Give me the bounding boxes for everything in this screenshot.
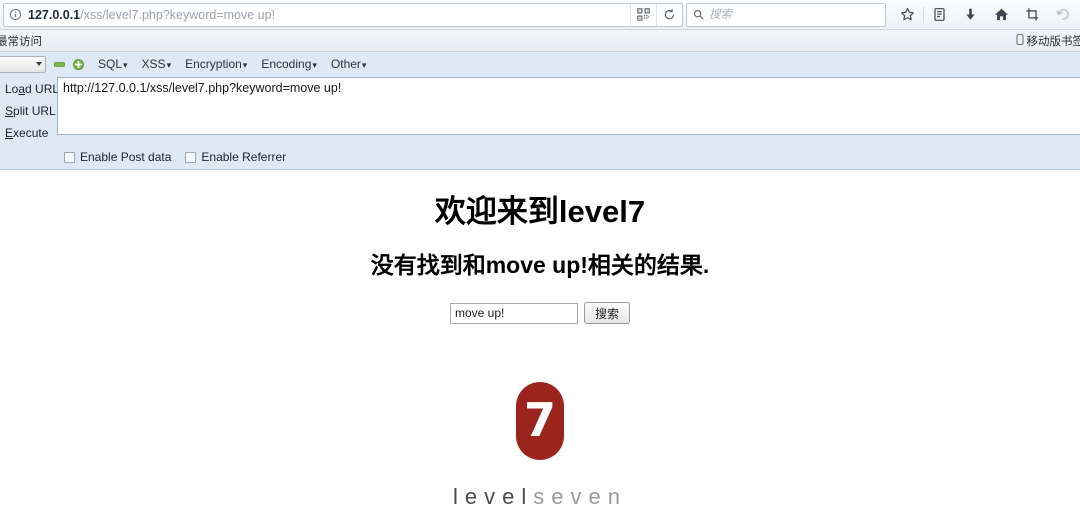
hackbar-panel: SQL▾ XSS▾ Encryption▾ Encoding▾ Other▾ L… xyxy=(0,52,1080,170)
hackbar-menu-xss-label: XSS xyxy=(141,57,166,71)
browser-search-placeholder: 搜索 xyxy=(709,8,732,21)
chevron-down-icon: ▾ xyxy=(312,60,317,70)
hackbar-menu-other-label: Other xyxy=(330,57,361,71)
hackbar-menu-row: SQL▾ XSS▾ Encryption▾ Encoding▾ Other▾ xyxy=(0,52,1080,74)
library-icon[interactable] xyxy=(924,2,955,28)
execute-key: E xyxy=(5,126,14,140)
address-bar[interactable]: 127.0.0.1/xss/level7.php?keyword=move up… xyxy=(3,2,683,27)
hackbar-menu-encryption[interactable]: Encryption▾ xyxy=(185,57,247,71)
green-minus-icon[interactable] xyxy=(54,59,65,70)
reload-icon[interactable] xyxy=(656,3,682,26)
logo-word-seven: seven xyxy=(533,484,627,509)
url-path: /xss/level7.php?keyword=move up! xyxy=(80,7,276,22)
page-result-message: 没有找到和move up!相关的结果. xyxy=(370,252,710,278)
browser-search-bar[interactable]: 搜索 xyxy=(686,2,886,27)
search-submit-button[interactable]: 搜索 xyxy=(584,302,630,324)
chevron-down-icon: ▾ xyxy=(361,60,367,70)
logo-word-level: level xyxy=(453,484,534,509)
load-url-button[interactable]: Load URL xyxy=(0,78,60,100)
home-icon[interactable] xyxy=(986,2,1017,28)
hackbar-menu-encoding-label: Encoding xyxy=(261,57,312,71)
bookmarks-bar: 最常访问 移动版书签 xyxy=(0,30,1080,52)
hackbar-checkbox-row: Enable Post data Enable Referrer xyxy=(0,144,1080,164)
level-logo: 7 levelseven xyxy=(0,382,1080,510)
page-content: 欢迎来到level7 没有找到和move up!相关的结果. 搜索 7 leve… xyxy=(0,170,1080,510)
bookmark-most-visited[interactable]: 最常访问 xyxy=(0,32,46,50)
enable-referrer-checkbox[interactable]: Enable Referrer xyxy=(185,150,286,164)
bookmark-star-icon[interactable] xyxy=(892,2,923,28)
enable-post-data-label: Enable Post data xyxy=(80,150,172,164)
screenshot-icon[interactable] xyxy=(1017,2,1048,28)
split-url-button[interactable]: Split URL xyxy=(0,100,57,122)
chevron-down-icon: ▾ xyxy=(123,60,128,70)
keyword-input[interactable] xyxy=(450,302,578,324)
chevron-down-icon xyxy=(36,62,42,66)
hackbar-menu-xss[interactable]: XSS▾ xyxy=(142,57,172,71)
page-title: 欢迎来到level7 xyxy=(434,194,646,229)
logo-level-number: 7 xyxy=(523,393,556,447)
hackbar-action-buttons: Load URL Split URL Execute xyxy=(0,74,60,144)
mobile-phone-icon xyxy=(1016,33,1024,48)
hackbar-body: Load URL Split URL Execute http://127.0.… xyxy=(0,74,1080,144)
load-url-pre: Lo xyxy=(5,82,19,96)
bookmark-mobile-label: 移动版书签 xyxy=(1026,35,1080,48)
split-url-post: plit URL xyxy=(13,104,56,118)
url-host: 127.0.0.1 xyxy=(28,7,81,22)
chevron-down-icon: ▾ xyxy=(242,60,248,70)
browser-toolbar-icons xyxy=(892,1,1079,29)
checkbox-box xyxy=(64,151,75,163)
execute-post: xecute xyxy=(13,126,49,140)
browser-chrome: 127.0.0.1/xss/level7.php?keyword=move up… xyxy=(0,0,1080,52)
hackbar-menu-other[interactable]: Other▾ xyxy=(331,57,367,71)
enable-referrer-label: Enable Referrer xyxy=(201,150,287,164)
hackbar-menu-encoding[interactable]: Encoding▾ xyxy=(261,57,317,71)
chevron-down-icon: ▾ xyxy=(166,60,172,70)
green-plus-icon[interactable] xyxy=(73,58,84,70)
qr-code-icon[interactable] xyxy=(630,3,656,26)
hackbar-menu-sql[interactable]: SQL▾ xyxy=(98,57,128,71)
bookmark-most-visited-label: 最常访问 xyxy=(0,35,42,48)
split-url-key: S xyxy=(5,104,14,118)
browser-nav-bar: 127.0.0.1/xss/level7.php?keyword=move up… xyxy=(0,0,1080,30)
load-url-post: d URL xyxy=(25,82,60,96)
hackbar-history-select[interactable] xyxy=(0,55,46,73)
logo-pill-shape: 7 xyxy=(516,382,564,460)
hackbar-url-textarea[interactable]: http://127.0.0.1/xss/level7.php?keyword=… xyxy=(57,77,1080,135)
bookmark-mobile[interactable]: 移动版书签 xyxy=(1012,32,1080,50)
hackbar-menu-encryption-label: Encryption xyxy=(185,57,242,71)
magnifier-icon xyxy=(687,9,709,20)
enable-post-data-checkbox[interactable]: Enable Post data xyxy=(64,150,171,164)
downloads-icon[interactable] xyxy=(955,2,986,28)
undo-close-tab-icon[interactable] xyxy=(1048,2,1079,28)
checkbox-box xyxy=(185,151,197,163)
info-circle-icon[interactable] xyxy=(4,4,26,26)
logo-wordmark: levelseven xyxy=(453,484,627,510)
url-text[interactable]: 127.0.0.1/xss/level7.php?keyword=move up… xyxy=(26,4,630,26)
execute-button[interactable]: Execute xyxy=(0,122,57,144)
keyword-search-form: 搜索 xyxy=(0,302,1080,324)
hackbar-menu-sql-label: SQL xyxy=(98,57,123,71)
